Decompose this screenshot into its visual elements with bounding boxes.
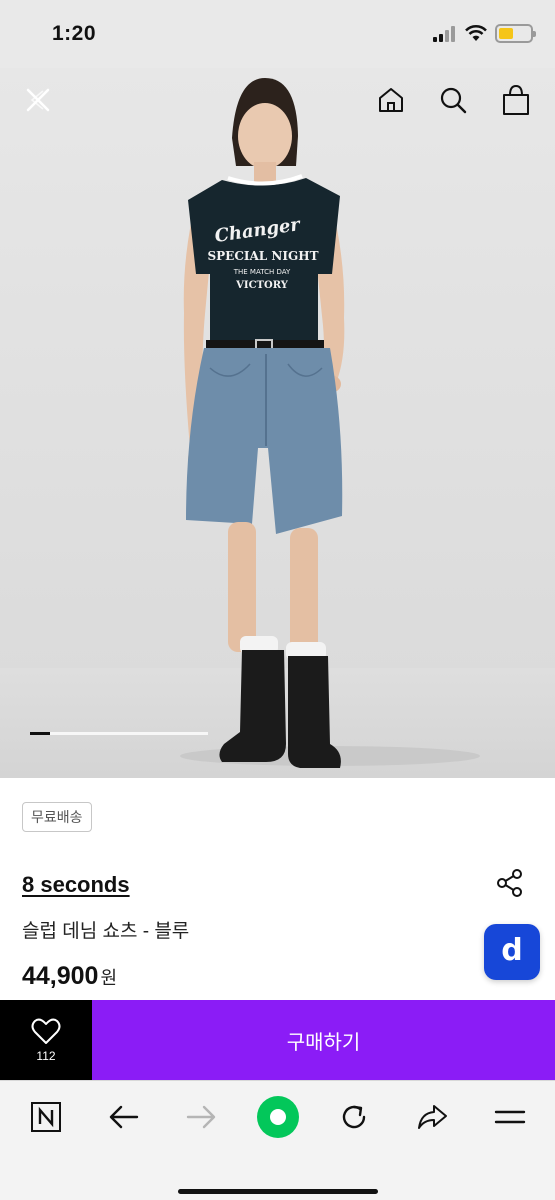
status-bar: 1:20 — [0, 0, 555, 68]
share-page-button[interactable] — [412, 1097, 452, 1137]
menu-icon — [494, 1110, 526, 1124]
shirt-print-line3: THE MATCH DAY — [233, 268, 291, 276]
search-icon — [440, 87, 467, 114]
wifi-icon — [465, 25, 487, 41]
share-icon — [497, 869, 522, 897]
home-button[interactable] — [373, 82, 409, 118]
home-icon — [379, 88, 403, 112]
share-button[interactable] — [495, 868, 525, 898]
forward-arrow-icon — [186, 1105, 216, 1129]
shirt-print-line4: VICTORY — [235, 280, 289, 291]
battery-icon — [495, 24, 536, 43]
reload-icon — [342, 1105, 366, 1129]
price-value: 44,900 — [22, 962, 99, 990]
close-button[interactable] — [20, 82, 56, 118]
like-button[interactable]: 112 — [0, 1000, 92, 1080]
back-arrow-icon — [109, 1105, 139, 1129]
reload-button[interactable] — [334, 1097, 374, 1137]
status-time: 1:20 — [52, 22, 97, 45]
price: 44,900 원 — [22, 962, 117, 991]
naver-n-icon — [31, 1102, 61, 1132]
share-arrow-icon — [418, 1105, 447, 1129]
product-header — [0, 68, 555, 138]
like-count: 112 — [36, 1049, 56, 1063]
green-dot-button[interactable] — [255, 1094, 301, 1140]
shopping-bag-icon — [503, 84, 529, 115]
search-button[interactable] — [435, 82, 471, 118]
carousel-indicator — [30, 732, 208, 735]
product-info: 무료배송 8 seconds 슬럽 데님 쇼츠 - 블루 44,900 원 d — [0, 778, 555, 1000]
price-currency: 원 — [100, 968, 118, 988]
back-button[interactable] — [104, 1097, 144, 1137]
status-icons — [433, 24, 536, 43]
browser-toolbar — [0, 1080, 555, 1200]
model-illustration: Changer SPECIAL NIGHT THE MATCH DAY VICT… — [180, 78, 480, 768]
home-indicator — [178, 1189, 378, 1194]
signal-icon — [433, 25, 455, 42]
free-shipping-badge: 무료배송 — [22, 802, 92, 832]
heart-icon — [31, 1018, 61, 1044]
naver-home-button[interactable] — [26, 1097, 66, 1137]
close-icon — [26, 88, 50, 112]
menu-button[interactable] — [490, 1097, 530, 1137]
purchase-bar: 112 구매하기 — [0, 1000, 555, 1080]
cart-button[interactable] — [498, 82, 534, 118]
buy-button[interactable]: 구매하기 — [92, 1000, 555, 1080]
shirt-print-line2: SPECIAL NIGHT — [207, 249, 318, 263]
product-name: 슬럽 데님 쇼츠 - 블루 — [22, 921, 190, 942]
forward-button[interactable] — [181, 1097, 221, 1137]
brand-link[interactable]: 8 seconds — [22, 872, 130, 898]
app-floating-button[interactable]: d — [484, 924, 540, 980]
green-dot-icon — [257, 1096, 299, 1138]
product-image[interactable]: Changer SPECIAL NIGHT THE MATCH DAY VICT… — [0, 68, 555, 778]
app-button-letter: d — [501, 932, 523, 968]
